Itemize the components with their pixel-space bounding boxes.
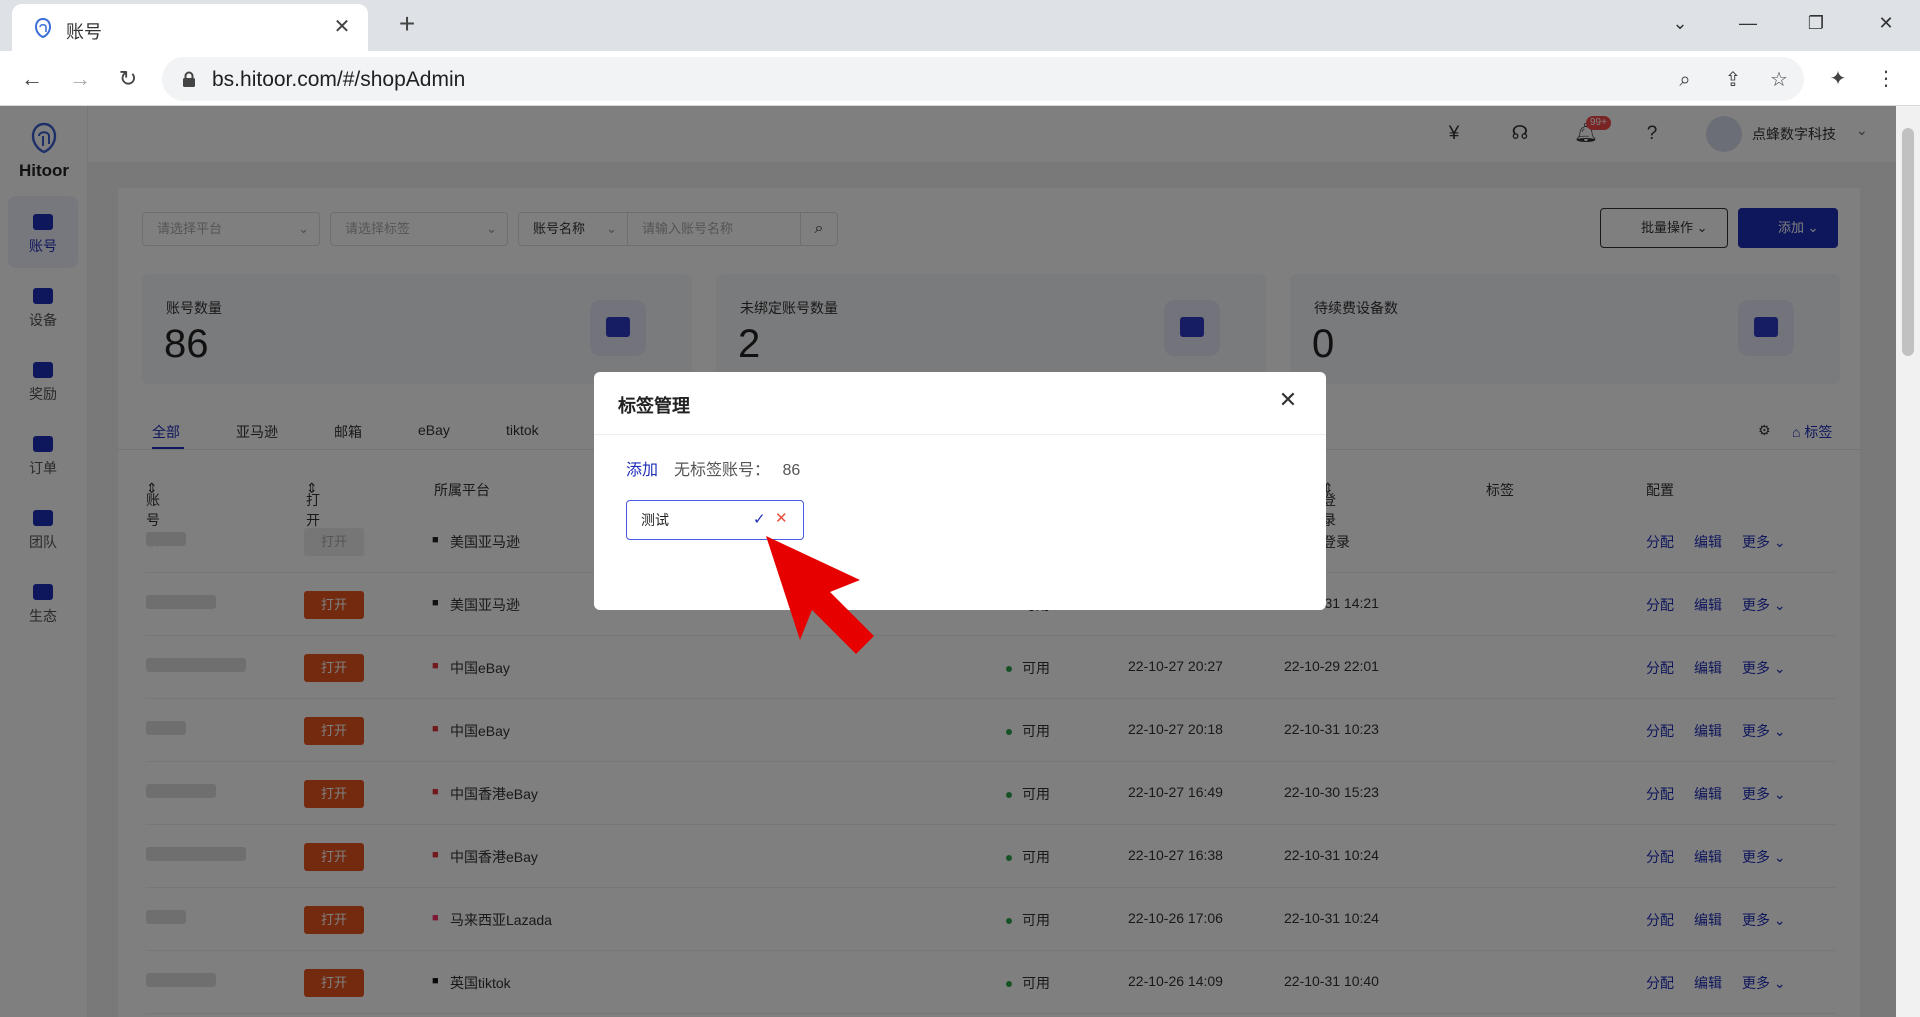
minimize-icon[interactable]: — (1728, 8, 1768, 38)
url-text: bs.hitoor.com/#/shopAdmin (212, 68, 466, 91)
bookmark-star-icon[interactable]: ☆ (1766, 67, 1792, 93)
share-icon[interactable]: ⇪ (1720, 67, 1746, 93)
address-bar: ← → ↻ bs.hitoor.com/#/shopAdmin ⌕ ⇪ ☆ ✦ … (0, 51, 1920, 106)
browser-tab[interactable]: 账号 ✕ (12, 4, 368, 51)
untagged-count: 86 (782, 462, 801, 479)
window-close-icon[interactable]: ✕ (1866, 8, 1906, 38)
red-pointer-arrow-icon (766, 536, 874, 654)
tag-name-input[interactable] (641, 510, 741, 530)
forward-icon[interactable]: → (64, 63, 96, 95)
close-icon[interactable]: ✕ (1274, 386, 1302, 414)
new-tab-icon[interactable]: + (392, 10, 422, 40)
dialog-divider (594, 434, 1326, 435)
scrollbar-thumb[interactable] (1902, 128, 1914, 356)
browser-tabbar: 账号 ✕ + ⌄ — ❐ ✕ (0, 0, 1920, 51)
confirm-check-icon[interactable]: ✓ (753, 510, 766, 528)
untagged-accounts: 无标签账号： 86 (674, 456, 800, 480)
add-tag-link[interactable]: 添加 (626, 456, 658, 480)
tab-title: 账号 (66, 22, 102, 42)
cancel-x-icon[interactable]: ✕ (775, 509, 788, 527)
tag-management-dialog: 标签管理 ✕ 添加 无标签账号： 86 ✓ ✕ (594, 372, 1326, 610)
lock-icon (183, 71, 195, 87)
tab-search-icon[interactable]: ⌄ (1660, 8, 1700, 38)
untagged-label: 无标签账号： (674, 462, 771, 479)
hitoor-favicon-icon (34, 17, 52, 39)
chrome-menu-icon[interactable]: ⋮ (1872, 65, 1900, 93)
dialog-title: 标签管理 (618, 396, 690, 416)
omnibox[interactable]: bs.hitoor.com/#/shopAdmin ⌕ ⇪ ☆ (162, 57, 1804, 101)
page-scrollbar[interactable] (1896, 106, 1920, 1017)
back-icon[interactable]: ← (16, 63, 48, 95)
zoom-icon[interactable]: ⌕ (1672, 67, 1698, 93)
restore-icon[interactable]: ❐ (1796, 8, 1836, 38)
reload-icon[interactable]: ↻ (112, 63, 144, 95)
extensions-icon[interactable]: ✦ (1824, 65, 1852, 93)
tab-close-icon[interactable]: ✕ (330, 14, 354, 40)
